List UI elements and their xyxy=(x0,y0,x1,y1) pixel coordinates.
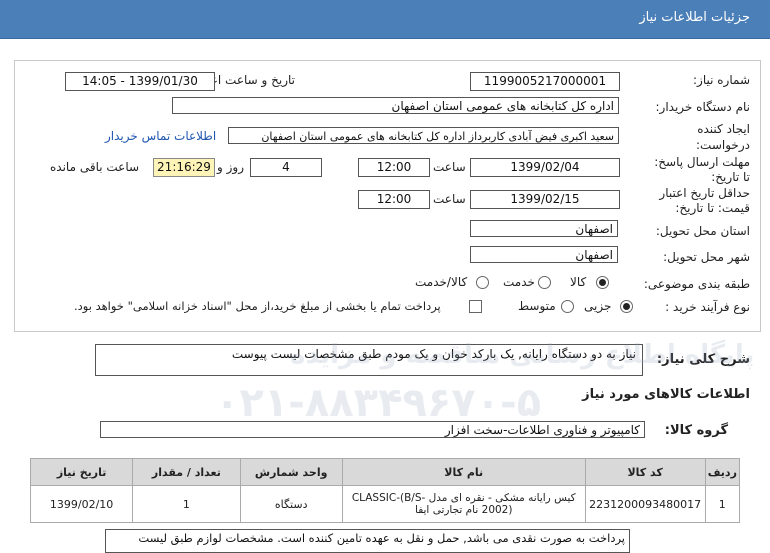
process-radio-medium[interactable] xyxy=(561,300,574,313)
city-field: اصفهان xyxy=(470,246,618,263)
cell-goods-name: کیس رایانه مشکی - نقره ای مدل CLASSIC-(B… xyxy=(341,485,586,523)
category-option-goods: کالا xyxy=(570,275,587,289)
buyer-notes-field: پرداخت به صورت نقدی می باشد, حمل و نقل ب… xyxy=(105,529,630,553)
col-goods-code: کد کالا xyxy=(584,458,706,486)
cell-need-date: 1399/02/10 xyxy=(29,485,134,523)
table-row: 1 2231200093480017 کیس رایانه مشکی - نقر… xyxy=(29,485,741,523)
announce-datetime-field: 1399/01/30 - 14:05 xyxy=(65,72,215,91)
validity-time-label: ساعت xyxy=(433,192,466,206)
buyer-label: نام دستگاه خریدار: xyxy=(655,100,751,114)
category-option-service: خدمت xyxy=(503,275,535,289)
validity-date-field: 1399/02/15 xyxy=(470,190,620,209)
days-remaining-field: 4 xyxy=(250,158,322,177)
days-label: روز و xyxy=(217,160,244,174)
validity-label-2: قیمت: تا تاریخ: xyxy=(675,201,750,215)
category-label: طبقه بندی موضوعی: xyxy=(643,277,750,291)
cell-goods-code: 2231200093480017 xyxy=(584,485,706,523)
summary-text: نیاز به دو دستگاه رایانه, یک بارکد خوان … xyxy=(231,347,636,361)
validity-time-field: 12:00 xyxy=(358,190,430,209)
deadline-label-1: مهلت ارسال پاسخ: xyxy=(654,155,750,169)
col-unit: واحد شمارش xyxy=(239,458,343,486)
process-option-medium: متوسط xyxy=(518,299,556,313)
need-number-field: 1199005217000001 xyxy=(470,72,620,91)
process-option-minor: جزیی xyxy=(584,299,612,313)
col-quantity: تعداد / مقدار xyxy=(132,458,241,486)
deadline-time-field: 12:00 xyxy=(358,158,430,177)
deadline-date-field: 1399/02/04 xyxy=(470,158,620,177)
category-radio-goods-service[interactable] xyxy=(476,276,489,289)
deadline-label-2: تا تاریخ: xyxy=(711,170,750,184)
goods-table: ردیف کد کالا نام کالا واحد شمارش تعداد /… xyxy=(29,458,741,523)
category-radio-goods[interactable] xyxy=(596,276,609,289)
goods-group-field: کامپیوتر و فناوری اطلاعات-سخت افزار xyxy=(100,421,645,438)
validity-label-1: حداقل تاریخ اعتبار xyxy=(659,186,750,200)
page-title: جزئیات اطلاعات نیاز xyxy=(639,10,750,25)
creator-field: سعید اکبری فیض آبادی کاربرداز اداره کل ک… xyxy=(228,127,619,144)
need-number-label: شماره نیاز: xyxy=(693,73,750,87)
watermark-text-2: ۰۲۱-۸۸۳۴۹۶۷۰-۵ xyxy=(215,380,542,426)
table-header-row: ردیف کد کالا نام کالا واحد شمارش تعداد /… xyxy=(29,458,741,486)
category-radio-service[interactable] xyxy=(538,276,551,289)
summary-field: نیاز به دو دستگاه رایانه, یک بارکد خوان … xyxy=(95,344,643,376)
deadline-time-label: ساعت xyxy=(433,160,466,174)
province-field: اصفهان xyxy=(470,220,618,237)
goods-group-label: گروه کالا: xyxy=(664,423,728,438)
process-radio-minor[interactable] xyxy=(620,300,633,313)
page-header: جزئیات اطلاعات نیاز xyxy=(0,0,770,39)
treasury-payment-checkbox[interactable] xyxy=(469,300,482,313)
treasury-payment-note: پرداخت تمام یا بخشی از مبلغ خرید،از محل … xyxy=(74,299,441,313)
cell-unit: دستگاه xyxy=(239,485,343,523)
cell-row-number: 1 xyxy=(704,485,741,523)
remaining-label: ساعت باقی مانده xyxy=(50,160,140,174)
process-label: نوع فرآیند خرید : xyxy=(665,300,750,314)
creator-label-2: درخواست: xyxy=(696,138,750,152)
col-row-number: ردیف xyxy=(704,458,741,486)
province-label: استان محل تحویل: xyxy=(655,224,750,238)
contact-buyer-link[interactable]: اطلاعات تماس خریدار xyxy=(105,129,216,143)
cell-quantity: 1 xyxy=(132,485,241,523)
creator-label-1: ایجاد کننده xyxy=(697,122,750,136)
remaining-time-field: 21:16:29 xyxy=(153,158,215,177)
city-label: شهر محل تحویل: xyxy=(663,250,750,264)
goods-info-title: اطلاعات کالاهای مورد نیاز xyxy=(582,387,750,402)
buyer-notes-text: پرداخت به صورت نقدی می باشد, حمل و نقل ب… xyxy=(138,531,625,545)
summary-label: شرح کلی نیاز: xyxy=(656,352,750,367)
col-need-date: تاریخ نیاز xyxy=(29,458,134,486)
col-goods-name: نام کالا xyxy=(341,458,586,486)
buyer-field: اداره کل کتابخانه های عمومی استان اصفهان xyxy=(172,97,619,114)
category-option-goods-service: کالا/خدمت xyxy=(415,275,468,289)
